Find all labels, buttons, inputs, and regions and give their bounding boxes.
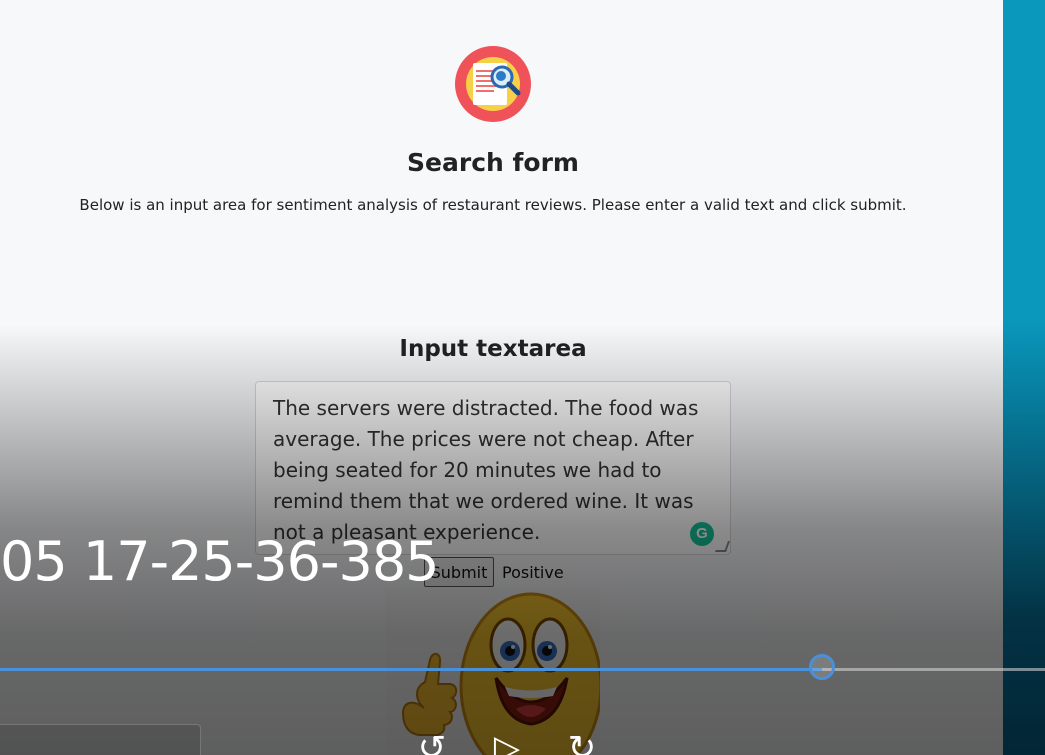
resize-handle-icon[interactable]	[714, 541, 730, 552]
play-icon[interactable]: ▷	[487, 731, 527, 755]
review-textarea[interactable]: The servers were distracted. The food wa…	[255, 381, 731, 555]
review-textarea-value[interactable]: The servers were distracted. The food wa…	[273, 393, 703, 548]
document-search-icon	[455, 46, 531, 122]
screen: Search form Below is an input area for s…	[0, 0, 1045, 755]
rewind-icon[interactable]: ↺	[412, 731, 452, 755]
page: Search form Below is an input area for s…	[0, 0, 1003, 755]
page-title: Search form	[407, 148, 579, 177]
sentiment-result: Positive	[502, 563, 564, 582]
page-description: Below is an input area for sentiment ana…	[79, 196, 907, 214]
seek-bar[interactable]	[0, 654, 1045, 680]
input-section-title: Input textarea	[399, 336, 587, 362]
side-strip	[1003, 0, 1045, 755]
seek-fill	[0, 668, 823, 671]
caption-box	[0, 724, 201, 755]
timestamp-label: 05 17-25-36-385	[0, 530, 440, 593]
grammarly-icon[interactable]: G	[690, 522, 714, 546]
forward-icon[interactable]: ↻	[562, 731, 602, 755]
